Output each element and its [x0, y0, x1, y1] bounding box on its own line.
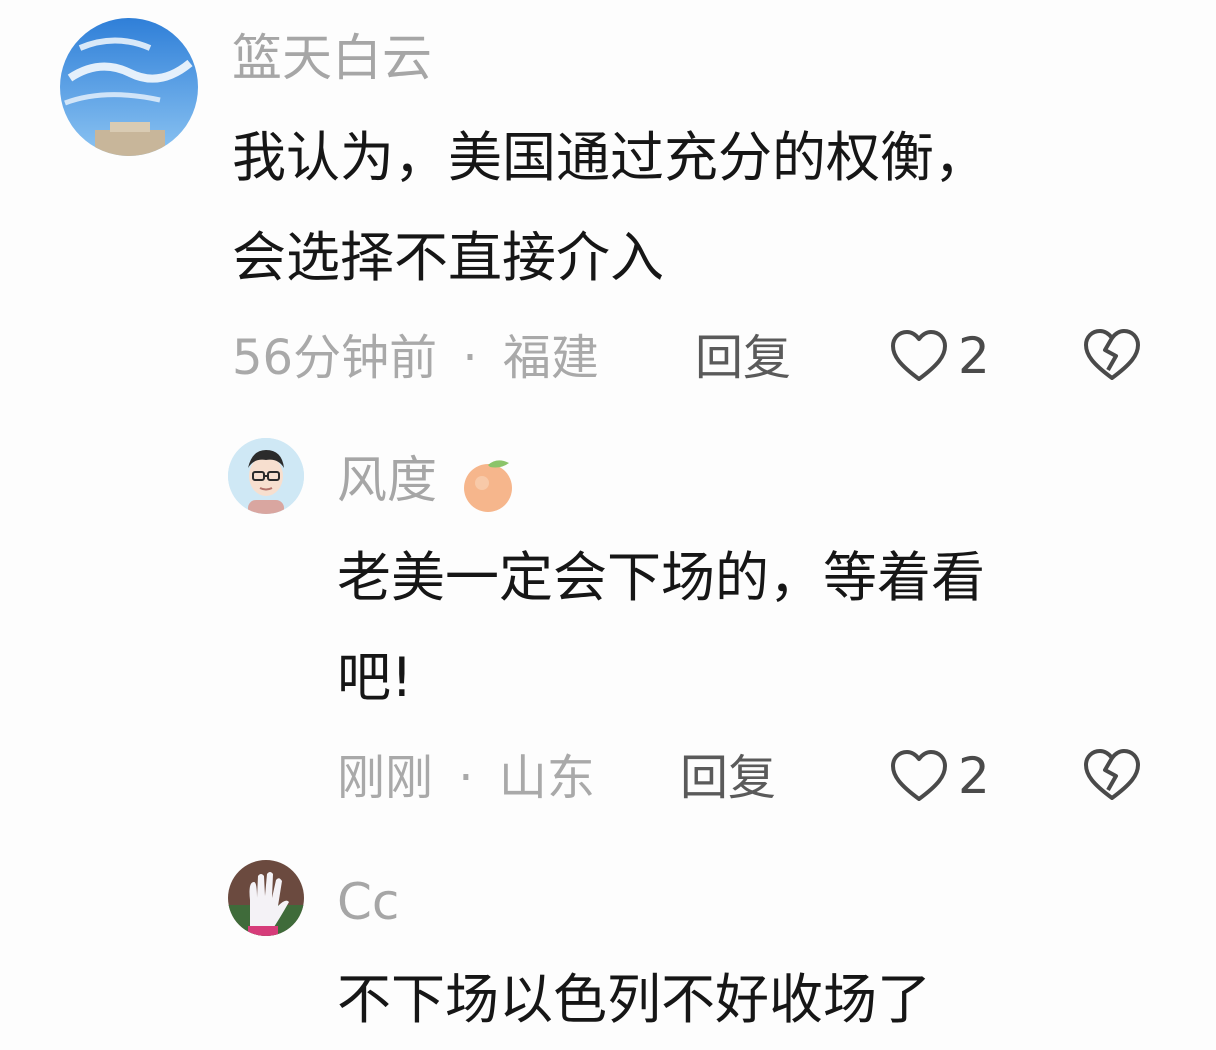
heart-outline-icon [891, 330, 947, 381]
location: 福建 [502, 330, 599, 386]
heart-outline-icon [891, 750, 947, 801]
like-button[interactable]: 2 [890, 746, 990, 806]
username[interactable]: 风度 [337, 450, 519, 515]
comment-meta: 56分钟前 · 福建 [232, 328, 599, 388]
avatar-cartoon-man-image [228, 438, 304, 514]
avatar[interactable] [228, 860, 304, 936]
username[interactable]: Cc [337, 872, 399, 932]
comment-text-line: 老美一定会下场的，等着看 [337, 546, 985, 609]
like-count: 2 [958, 327, 990, 385]
broken-heart-icon [1084, 329, 1140, 380]
meta-separator: · [462, 330, 478, 386]
comment-item: Cc 不下场以色列不好收场了 [0, 850, 1216, 1036]
comment-item: 风度 老美一定会下场的，等着看 吧! 刚刚 · 山东 回复 2 [0, 420, 1216, 830]
reply-button[interactable]: 回复 [680, 748, 776, 808]
username[interactable]: 篮天白云 [232, 28, 432, 88]
reply-button[interactable]: 回复 [695, 328, 791, 388]
broken-heart-icon [1084, 749, 1140, 800]
timestamp: 刚刚 [337, 750, 434, 806]
comment-meta: 刚刚 · 山东 [337, 748, 595, 808]
comment-text-line: 吧! [337, 646, 413, 709]
comment-text-line: 会选择不直接介入 [232, 226, 664, 289]
avatar[interactable] [228, 438, 304, 514]
username-text: 风度 [337, 451, 437, 509]
comment-item: 篮天白云 我认为，美国通过充分的权衡， 会选择不直接介入 56分钟前 · 福建 … [0, 0, 1216, 400]
meta-separator: · [458, 750, 474, 806]
location: 山东 [498, 750, 595, 806]
avatar[interactable] [60, 18, 198, 156]
dislike-button[interactable] [1083, 328, 1141, 386]
timestamp: 56分钟前 [232, 330, 438, 386]
orange-fruit-icon [463, 459, 512, 512]
avatar-hand-image [228, 860, 304, 936]
dislike-button[interactable] [1083, 748, 1141, 806]
comment-text-line: 不下场以色列不好收场了 [337, 968, 931, 1031]
comment-text-line: 我认为，美国通过充分的权衡， [232, 126, 988, 189]
avatar-sky-image [60, 18, 198, 156]
like-button[interactable]: 2 [890, 326, 990, 386]
like-count: 2 [958, 747, 990, 805]
